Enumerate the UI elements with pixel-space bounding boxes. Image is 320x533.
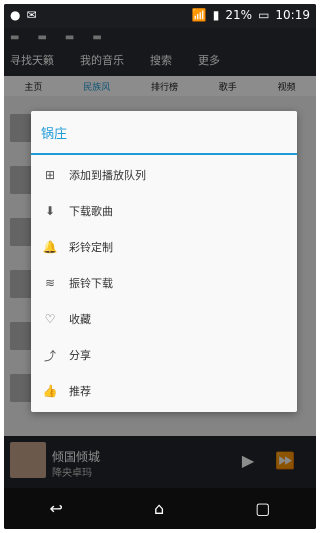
menu-item-favorite[interactable]: ♡ 收藏 — [31, 301, 297, 337]
menu-item-label: 推荐 — [69, 385, 91, 398]
menu-item-share[interactable]: ⤴ 分享 — [31, 337, 297, 373]
message-notification-icon: ✉ — [26, 8, 37, 22]
vibration-download-icon: ≋ — [44, 276, 56, 290]
song-options-dialog: 锅庄 ⊞ 添加到播放队列 ⬇ 下载歌曲 🔔 彩铃定制 ≋ 振铃下载 ♡ 收藏 ⤴… — [31, 111, 297, 412]
status-bar: ● ✉ 📶 ▮ 21% ▭ 10:19 — [4, 4, 316, 28]
menu-item-label: 彩铃定制 — [69, 241, 113, 254]
recents-button[interactable]: ▢ — [255, 499, 270, 518]
playlist-add-icon: ⊞ — [44, 168, 56, 182]
menu-item-label: 振铃下载 — [69, 277, 113, 290]
share-icon: ⤴ — [43, 348, 56, 363]
heart-icon: ♡ — [44, 312, 56, 326]
dialog-menu: ⊞ 添加到播放队列 ⬇ 下载歌曲 🔔 彩铃定制 ≋ 振铃下载 ♡ 收藏 ⤴ 分享 — [31, 157, 297, 409]
signal-icon: ▮ — [212, 8, 220, 22]
thumbs-up-icon: 👍 — [42, 384, 58, 398]
status-right: 📶 ▮ 21% ▭ 10:19 — [192, 8, 310, 22]
menu-item-ringtone[interactable]: 🔔 彩铃定制 — [31, 229, 297, 265]
app-notification-icon: ● — [10, 8, 21, 22]
menu-item-label: 收藏 — [69, 313, 91, 326]
back-button[interactable]: ↩ — [50, 499, 63, 518]
back-icon: ↩ — [49, 499, 63, 518]
menu-item-label: 添加到播放队列 — [69, 169, 146, 182]
recents-icon: ▢ — [255, 499, 271, 518]
clock: 10:19 — [275, 8, 310, 22]
download-icon: ⬇ — [44, 204, 56, 218]
wifi-icon: 📶 — [191, 8, 207, 22]
menu-item-label: 分享 — [69, 349, 91, 362]
status-left: ● ✉ — [10, 8, 37, 22]
menu-item-vibration-download[interactable]: ≋ 振铃下载 — [31, 265, 297, 301]
menu-item-add-to-queue[interactable]: ⊞ 添加到播放队列 — [31, 157, 297, 193]
home-button[interactable]: ⌂ — [154, 499, 164, 518]
menu-item-download-song[interactable]: ⬇ 下载歌曲 — [31, 193, 297, 229]
dialog-title: 锅庄 — [41, 126, 68, 142]
ringtone-icon: 🔔 — [42, 240, 58, 254]
menu-item-label: 下载歌曲 — [69, 205, 113, 218]
dialog-divider — [31, 153, 297, 155]
android-nav-bar: ↩ ⌂ ▢ — [4, 488, 316, 529]
menu-item-recommend[interactable]: 👍 推荐 — [31, 373, 297, 409]
home-icon: ⌂ — [154, 499, 165, 518]
phone-screen: ● ✉ 📶 ▮ 21% ▭ 10:19 ▬ ▬ ▬ ▬ 寻找天籁 我的音乐 搜索… — [4, 4, 316, 529]
battery-icon: ▭ — [258, 8, 270, 22]
battery-percent: 21% — [225, 8, 253, 22]
